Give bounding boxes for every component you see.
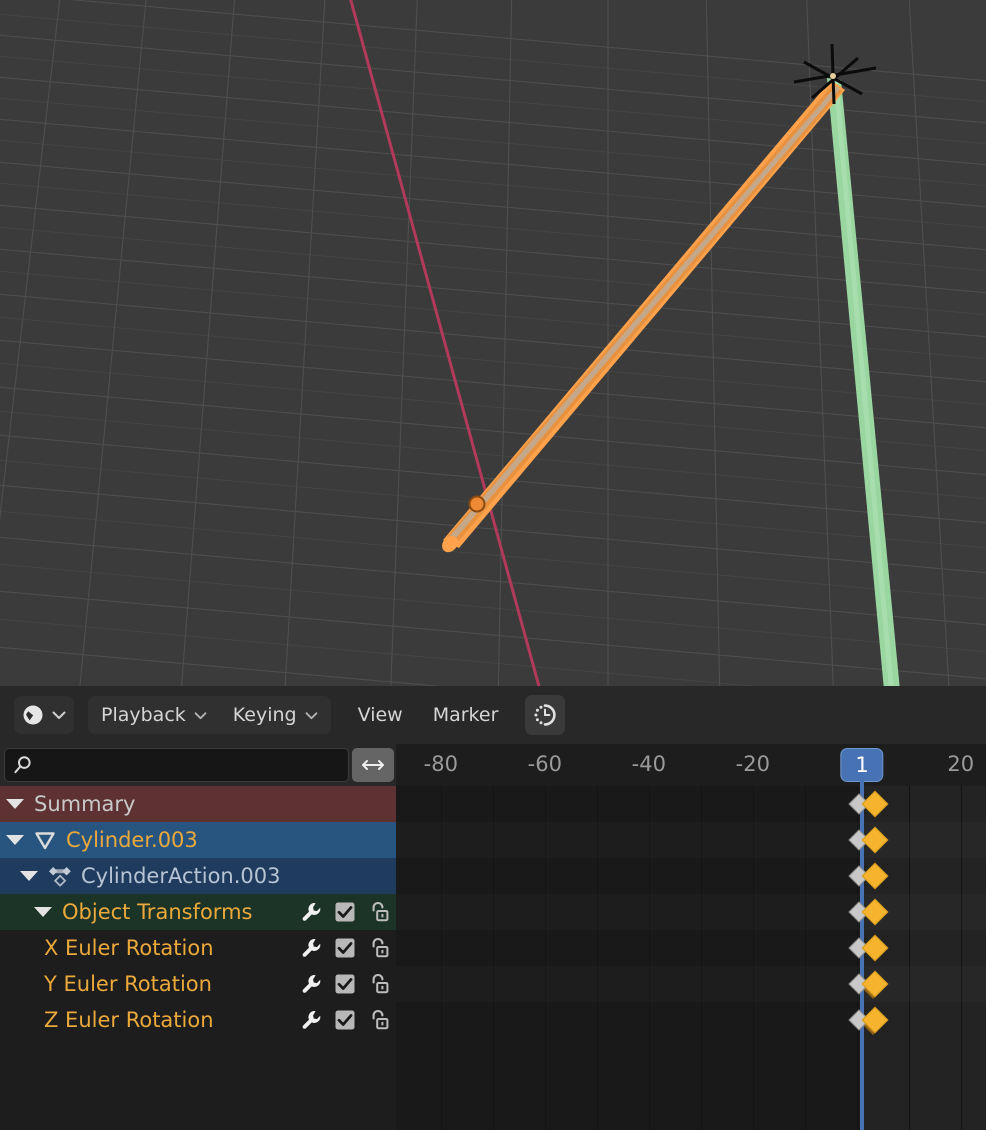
channel-controls xyxy=(300,966,390,1002)
channel-row-fcurve-x[interactable]: X Euler Rotation xyxy=(0,930,396,966)
menu-view[interactable]: View xyxy=(343,696,418,734)
channel-row-object[interactable]: Cylinder.003 xyxy=(0,822,396,858)
expand-triangle-icon[interactable] xyxy=(20,871,38,881)
wrench-icon[interactable] xyxy=(300,1008,324,1032)
playhead-frame-indicator[interactable]: 1 xyxy=(840,748,884,782)
channel-label: Cylinder.003 xyxy=(66,828,198,852)
menu-marker-label: Marker xyxy=(432,704,499,726)
keyframe-row[interactable] xyxy=(396,858,986,894)
menu-group-dropdowns: Playback Keying xyxy=(88,696,331,734)
padlock-open-icon[interactable] xyxy=(366,936,390,960)
search-icon xyxy=(13,755,33,775)
expand-triangle-icon[interactable] xyxy=(6,835,24,845)
horizontal-arrows-icon xyxy=(360,757,386,773)
chevron-down-icon xyxy=(194,711,207,720)
object-origin-dot xyxy=(468,495,486,513)
chevron-down-icon xyxy=(52,710,66,720)
auto-keying-toggle[interactable] xyxy=(525,695,566,735)
checkbox-checked-icon[interactable] xyxy=(334,1009,356,1031)
ruler-tick-label: -80 xyxy=(423,752,458,776)
channel-label: Z Euler Rotation xyxy=(44,1008,214,1032)
action-icon xyxy=(46,863,74,889)
channel-row-group[interactable]: Object Transforms xyxy=(0,894,396,930)
checkbox-checked-icon[interactable] xyxy=(334,901,356,923)
expand-triangle-icon[interactable] xyxy=(34,907,52,917)
expand-triangle-icon[interactable] xyxy=(6,799,24,809)
gizmo-center-dot xyxy=(830,73,836,79)
timeline-ruler[interactable]: -80 -60 -40 -20 20 1 xyxy=(396,744,986,786)
ruler-tick-label: 20 xyxy=(947,752,975,776)
menu-keying[interactable]: Keying xyxy=(220,696,331,734)
channel-row-fcurve-y[interactable]: Y Euler Rotation xyxy=(0,966,396,1002)
menu-marker[interactable]: Marker xyxy=(418,696,514,734)
keyframe-row[interactable] xyxy=(396,1002,986,1038)
blender-window: Playback Keying View Marker Summary Cyli… xyxy=(0,0,986,1130)
padlock-open-icon[interactable] xyxy=(366,1008,390,1032)
editor-type-selector[interactable] xyxy=(14,696,74,734)
search-field[interactable] xyxy=(4,748,349,782)
channel-controls xyxy=(300,1002,390,1038)
channel-label: Object Transforms xyxy=(62,900,253,924)
menu-view-label: View xyxy=(357,704,403,726)
channel-label: Y Euler Rotation xyxy=(44,972,212,996)
keyframe-row[interactable] xyxy=(396,822,986,858)
channel-label: CylinderAction.003 xyxy=(81,864,281,888)
ruler-tick-label: -20 xyxy=(735,752,770,776)
mesh-object-icon xyxy=(32,827,58,853)
menu-keying-label: Keying xyxy=(232,704,297,726)
wrench-icon[interactable] xyxy=(300,900,324,924)
checkbox-checked-icon[interactable] xyxy=(334,937,356,959)
checkbox-checked-icon[interactable] xyxy=(334,973,356,995)
timeline-editor: Playback Keying View Marker Summary Cyli… xyxy=(0,686,986,1130)
wrench-icon[interactable] xyxy=(300,936,324,960)
keyframe-row[interactable] xyxy=(396,930,986,966)
keyframe-row[interactable] xyxy=(396,786,986,822)
channel-label: Summary xyxy=(34,792,136,816)
3d-viewport[interactable] xyxy=(0,0,986,686)
channel-label: X Euler Rotation xyxy=(44,936,214,960)
channel-row-summary[interactable]: Summary xyxy=(0,786,396,822)
channel-list: Summary Cylinder.003 CylinderAction.003 … xyxy=(0,786,396,1130)
channel-row-fcurve-z[interactable]: Z Euler Rotation xyxy=(0,1002,396,1038)
padlock-open-icon[interactable] xyxy=(366,972,390,996)
channel-row-action[interactable]: CylinderAction.003 xyxy=(0,858,396,894)
menu-playback-label: Playback xyxy=(101,704,186,726)
keyframe-row[interactable] xyxy=(396,966,986,1002)
padlock-open-icon[interactable] xyxy=(366,900,390,924)
keyframe-area[interactable] xyxy=(396,786,986,1130)
channel-region: Summary Cylinder.003 CylinderAction.003 … xyxy=(0,744,396,1130)
keyframe-row[interactable] xyxy=(396,894,986,930)
timeline-header: Playback Keying View Marker xyxy=(0,686,986,744)
chevron-down-icon xyxy=(305,711,318,720)
timeline-editor-icon xyxy=(22,704,44,726)
search-input[interactable] xyxy=(39,754,313,776)
auto-keying-record-icon xyxy=(532,702,558,728)
ruler-tick-label: -40 xyxy=(631,752,666,776)
channel-controls xyxy=(300,894,390,930)
viewport-canvas xyxy=(0,0,986,686)
wrench-icon[interactable] xyxy=(300,972,324,996)
menu-playback[interactable]: Playback xyxy=(88,696,220,734)
channel-controls xyxy=(300,930,390,966)
ruler-tick-label: -60 xyxy=(527,752,562,776)
filter-toggle-button[interactable] xyxy=(352,748,394,782)
filter-row xyxy=(0,744,396,786)
